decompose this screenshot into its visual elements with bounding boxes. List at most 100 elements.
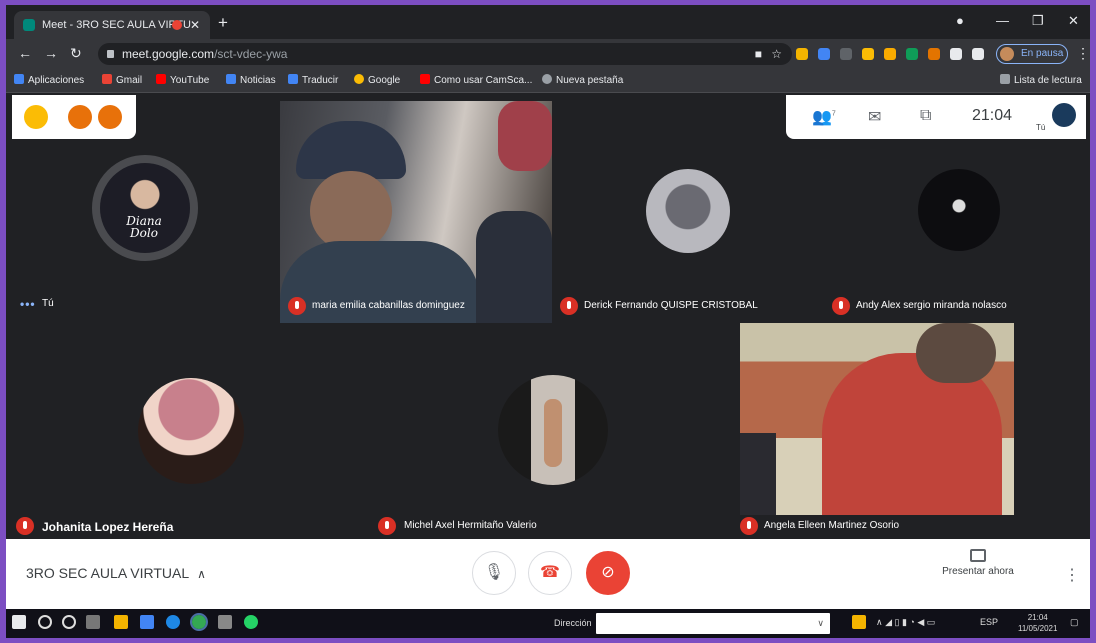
language-indicator[interactable]: ESP — [980, 617, 998, 627]
activities-icon[interactable]: ⧉ — [920, 107, 931, 125]
more-options-icon[interactable]: ⋮ — [1064, 565, 1080, 585]
taskbar-address-input[interactable]: Dirección ∨ — [554, 613, 830, 634]
cortana-icon[interactable] — [62, 615, 76, 629]
notifications-icon[interactable]: ▢ — [1070, 617, 1079, 628]
notification-app-icon[interactable] — [852, 615, 866, 629]
clock-time: 21:04 — [1027, 613, 1048, 622]
meet-control-bar: 3RO SEC AULA VIRTUAL ∧ 🎙 ☎ ⊘ Presentar ah… — [6, 539, 1090, 609]
reload-button[interactable]: ↻ — [70, 45, 82, 62]
bookmark-item[interactable]: Aplicaciones — [14, 74, 84, 86]
camera-button[interactable]: ⊘ — [586, 551, 630, 595]
end-call-button[interactable]: ☎ — [528, 551, 572, 595]
extension-icon[interactable] — [862, 48, 874, 60]
present-screen-icon — [970, 549, 986, 562]
extension-icon[interactable] — [796, 48, 808, 60]
mail-icon[interactable] — [140, 615, 154, 629]
extension-icon[interactable] — [928, 48, 940, 60]
taskbar-clock[interactable]: 21:04 11/05/2021 — [1018, 612, 1057, 634]
extension-icon[interactable] — [884, 48, 896, 60]
participant-name: maria emilia cabanillas dominguez — [312, 300, 465, 311]
minimize-button[interactable]: — — [996, 13, 1009, 28]
present-now-label: Presentar ahora — [942, 566, 1014, 577]
people-icon[interactable]: 👥7 — [812, 107, 836, 127]
extension-icon[interactable] — [840, 48, 852, 60]
browser-toolbar: ← → ↻ meet.google.com/sct-vdec-ywa ■ ☆ E… — [6, 39, 1090, 69]
new-tab-button[interactable]: + — [218, 13, 228, 33]
muted-mic-icon — [560, 297, 578, 315]
more-options-icon[interactable]: ••• — [20, 297, 36, 311]
back-button[interactable]: ← — [18, 45, 32, 61]
google-icon — [354, 74, 364, 84]
youtube-icon — [156, 74, 166, 84]
extension-icon[interactable] — [906, 48, 918, 60]
bookmark-item[interactable]: Nueva pestaña — [542, 74, 623, 86]
chrome-icon[interactable] — [190, 613, 208, 631]
close-window-button[interactable]: ✕ — [1068, 13, 1079, 29]
participant-name: Johanita Lopez Hereña — [42, 520, 174, 534]
file-explorer-icon[interactable] — [114, 615, 128, 629]
url-domain: meet.google.com — [122, 47, 215, 61]
self-avatar[interactable] — [1052, 103, 1076, 127]
meeting-details-button[interactable]: 3RO SEC AULA VIRTUAL ∧ — [26, 565, 206, 581]
avatar-signature: Diana Dolo — [126, 214, 162, 240]
browser-tab-meet[interactable]: Meet - 3RO SEC AULA VIRTU ✕ — [14, 11, 210, 39]
emoji-icon[interactable] — [98, 105, 122, 129]
browser-title-bar: Meet - 3RO SEC AULA VIRTU ✕ + ● — ❐ ✕ — [6, 5, 1090, 39]
globe-icon — [542, 74, 552, 84]
task-view-icon[interactable] — [86, 615, 100, 629]
profile-status: En pausa — [1021, 48, 1064, 59]
puzzle-icon[interactable] — [972, 48, 984, 60]
whatsapp-icon[interactable] — [244, 615, 258, 629]
present-now-button[interactable]: Presentar ahora — [936, 549, 1020, 577]
screen-frame: Meet - 3RO SEC AULA VIRTU ✕ + ● — ❐ ✕ ← … — [6, 5, 1090, 638]
self-label: Tú — [1036, 123, 1046, 132]
muted-mic-icon — [16, 517, 34, 535]
star-icon[interactable]: ☆ — [771, 43, 782, 65]
meeting-info-bar: 👥7 ✉ ⧉ 21:04 Tú — [786, 95, 1086, 139]
muted-mic-icon — [288, 297, 306, 315]
windows-taskbar: Dirección ∨ ∧ ◢ ▯ ▮ ◔ ◀ ▭ ESP 21:04 11/0… — [6, 609, 1090, 638]
forward-button[interactable]: → — [44, 45, 58, 61]
bookmark-item[interactable]: Traducir — [288, 74, 338, 86]
reactions-panel — [12, 95, 136, 139]
address-bar[interactable]: meet.google.com/sct-vdec-ywa ■ ☆ — [98, 43, 792, 65]
apps-icon — [14, 74, 24, 84]
bookmark-item[interactable]: Gmail — [102, 74, 142, 86]
news-icon — [226, 74, 236, 84]
extension-icon[interactable] — [950, 48, 962, 60]
record-icon[interactable]: ● — [956, 13, 964, 28]
bookmark-item[interactable]: Como usar CamSca... — [420, 74, 532, 86]
bookmark-item[interactable]: Noticias — [226, 74, 276, 86]
url-path: /sct-vdec-ywa — [214, 47, 288, 61]
search-icon[interactable] — [38, 615, 52, 629]
browser-menu-icon[interactable]: ⋮ — [1076, 45, 1090, 62]
bookmark-label: Nueva pestaña — [556, 75, 624, 86]
extension-icon[interactable] — [818, 48, 830, 60]
chevron-down-icon: ∨ — [817, 618, 824, 628]
meet-stage: 👥7 ✉ ⧉ 21:04 Tú Diana Dolo ••• Tú maria … — [6, 93, 1090, 539]
system-tray-icons[interactable]: ∧ ◢ ▯ ▮ ◔ ◀ ▭ — [876, 617, 935, 628]
bookmark-item[interactable]: Google — [354, 74, 400, 86]
chat-icon[interactable]: ✉ — [868, 107, 881, 127]
camera-off-icon: ⊘ — [601, 564, 615, 581]
youtube-icon — [420, 74, 430, 84]
reading-list-button[interactable]: Lista de lectura — [1000, 74, 1082, 86]
bookmark-label: Google — [368, 75, 401, 86]
emoji-icon[interactable] — [24, 105, 48, 129]
bookmark-item[interactable]: YouTube — [156, 74, 209, 86]
microphone-button[interactable]: 🎙 — [472, 551, 516, 595]
close-tab-icon[interactable]: ✕ — [190, 11, 200, 39]
bookmark-label: Como usar CamSca... — [434, 75, 533, 86]
windows-start-icon[interactable] — [12, 615, 26, 629]
edge-icon[interactable] — [166, 615, 180, 629]
emoji-icon[interactable] — [68, 105, 92, 129]
bookmark-label: Traducir — [302, 75, 339, 86]
camera-icon[interactable]: ■ — [755, 43, 762, 65]
hang-up-icon: ☎ — [540, 564, 560, 581]
meet-favicon — [23, 19, 35, 31]
profile-button[interactable]: En pausa — [996, 44, 1068, 64]
reading-list-label: Lista de lectura — [1014, 75, 1082, 86]
maximize-button[interactable]: ❐ — [1032, 13, 1044, 29]
microphone-icon: 🎙 — [483, 564, 505, 581]
download-icon[interactable] — [218, 615, 232, 629]
